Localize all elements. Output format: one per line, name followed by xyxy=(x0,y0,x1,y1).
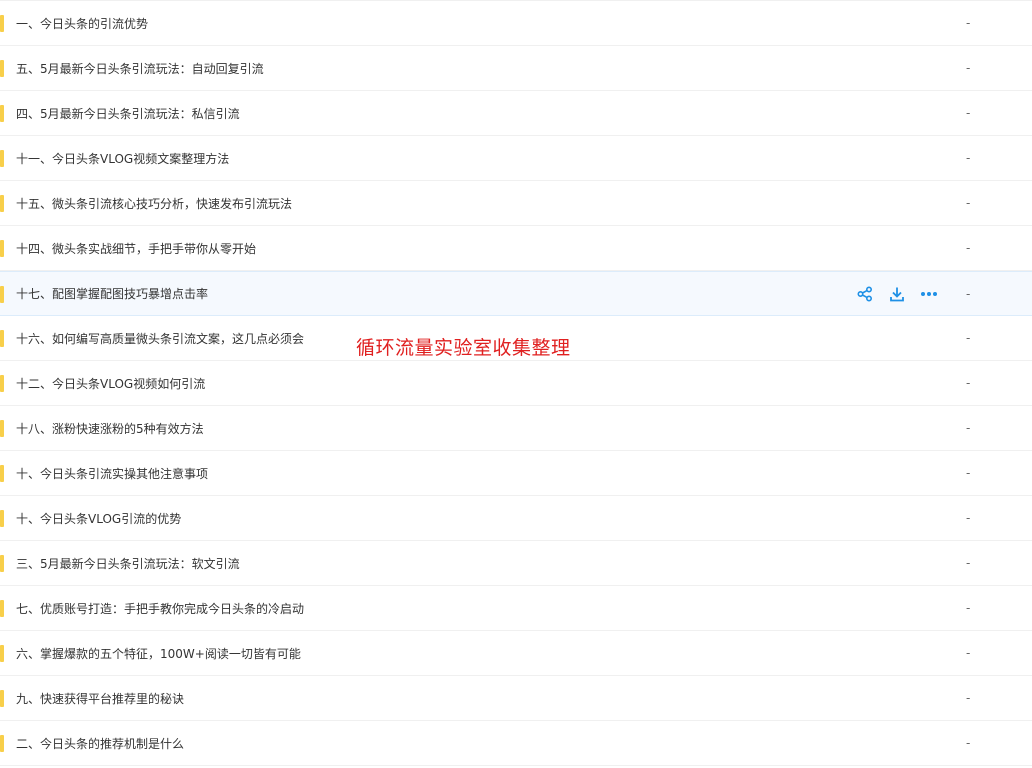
folder-icon xyxy=(0,105,4,122)
folder-icon xyxy=(0,600,4,617)
file-row[interactable]: 一、今日头条的引流优势 - xyxy=(0,1,1032,46)
file-size: - xyxy=(966,376,971,390)
file-size: - xyxy=(966,196,971,210)
folder-icon xyxy=(0,690,4,707)
file-size: - xyxy=(966,241,971,255)
file-row[interactable]: 五、5月最新今日头条引流玩法：自动回复引流 - xyxy=(0,46,1032,91)
folder-icon xyxy=(0,735,4,752)
file-row[interactable]: 十、今日头条引流实操其他注意事项 - xyxy=(0,451,1032,496)
file-row[interactable]: 十八、涨粉快速涨粉的5种有效方法 - xyxy=(0,406,1032,451)
file-name[interactable]: 五、5月最新今日头条引流玩法：自动回复引流 xyxy=(16,60,264,77)
file-size: - xyxy=(966,16,971,30)
file-row[interactable]: 十、今日头条VLOG引流的优势 - xyxy=(0,496,1032,541)
file-size: - xyxy=(966,556,971,570)
file-size: - xyxy=(966,286,971,301)
file-name[interactable]: 二、今日头条的推荐机制是什么 xyxy=(16,735,184,752)
more-button[interactable] xyxy=(920,285,938,303)
folder-icon xyxy=(0,15,4,32)
file-name[interactable]: 十八、涨粉快速涨粉的5种有效方法 xyxy=(16,420,204,437)
file-size: - xyxy=(966,61,971,75)
file-size: - xyxy=(966,466,971,480)
file-row[interactable]: 二、今日头条的推荐机制是什么 - xyxy=(0,721,1032,766)
folder-icon xyxy=(0,150,4,167)
folder-icon xyxy=(0,555,4,572)
file-name[interactable]: 三、5月最新今日头条引流玩法：软文引流 xyxy=(16,555,240,572)
share-button[interactable] xyxy=(856,285,874,303)
file-size: - xyxy=(966,736,971,750)
file-size: - xyxy=(966,601,971,615)
file-name[interactable]: 九、快速获得平台推荐里的秘诀 xyxy=(16,690,184,707)
file-row[interactable]: 十二、今日头条VLOG视频如何引流 - xyxy=(0,361,1032,406)
folder-icon xyxy=(0,420,4,437)
file-name[interactable]: 十七、配图掌握配图技巧暴增点击率 xyxy=(16,285,208,302)
file-size: - xyxy=(966,151,971,165)
file-row[interactable]: 七、优质账号打造：手把手教你完成今日头条的冷启动 - xyxy=(0,586,1032,631)
file-name[interactable]: 一、今日头条的引流优势 xyxy=(16,15,148,32)
file-size: - xyxy=(966,106,971,120)
file-row[interactable]: 四、5月最新今日头条引流玩法：私信引流 - xyxy=(0,91,1032,136)
download-button[interactable] xyxy=(888,285,906,303)
file-list: 一、今日头条的引流优势 - 五、5月最新今日头条引流玩法：自动回复引流 - 四、5月最新… xyxy=(0,0,1032,768)
file-name[interactable]: 四、5月最新今日头条引流玩法：私信引流 xyxy=(16,105,240,122)
file-name[interactable]: 十、今日头条引流实操其他注意事项 xyxy=(16,465,208,482)
file-size: - xyxy=(966,331,971,345)
more-icon xyxy=(920,286,938,302)
file-size: - xyxy=(966,691,971,705)
file-name[interactable]: 十四、微头条实战细节，手把手带你从零开始 xyxy=(16,240,256,257)
file-name[interactable]: 十二、今日头条VLOG视频如何引流 xyxy=(16,375,205,392)
folder-icon xyxy=(0,286,4,303)
file-row[interactable]: 六、掌握爆款的五个特征，100W+阅读一切皆有可能 - xyxy=(0,631,1032,676)
file-name[interactable]: 十一、今日头条VLOG视频文案整理方法 xyxy=(16,150,229,167)
file-row[interactable]: 十七、配图掌握配图技巧暴增点击率 - xyxy=(0,271,1032,316)
file-size: - xyxy=(966,421,971,435)
file-row[interactable]: 十四、微头条实战细节，手把手带你从零开始 - xyxy=(0,226,1032,271)
file-name[interactable]: 十六、如何编写高质量微头条引流文案，这几点必须会 xyxy=(16,330,304,347)
file-name[interactable]: 十、今日头条VLOG引流的优势 xyxy=(16,510,181,527)
file-size: - xyxy=(966,511,971,525)
file-name[interactable]: 七、优质账号打造：手把手教你完成今日头条的冷启动 xyxy=(16,600,304,617)
file-row[interactable]: 十一、今日头条VLOG视频文案整理方法 - xyxy=(0,136,1032,181)
file-size: - xyxy=(966,646,971,660)
file-name[interactable]: 十五、微头条引流核心技巧分析，快速发布引流玩法 xyxy=(16,195,292,212)
share-icon xyxy=(857,285,873,302)
file-row[interactable]: 九、快速获得平台推荐里的秘诀 - xyxy=(0,676,1032,721)
file-row[interactable]: 十五、微头条引流核心技巧分析，快速发布引流玩法 - xyxy=(0,181,1032,226)
file-name[interactable]: 六、掌握爆款的五个特征，100W+阅读一切皆有可能 xyxy=(16,645,301,662)
folder-icon xyxy=(0,375,4,392)
folder-icon xyxy=(0,645,4,662)
row-actions xyxy=(856,272,938,315)
folder-icon xyxy=(0,510,4,527)
watermark-text: 循环流量实验室收集整理 xyxy=(356,337,571,359)
download-icon xyxy=(889,286,905,302)
folder-icon xyxy=(0,240,4,257)
file-row[interactable]: 三、5月最新今日头条引流玩法：软文引流 - xyxy=(0,541,1032,586)
folder-icon xyxy=(0,195,4,212)
folder-icon xyxy=(0,330,4,347)
folder-icon xyxy=(0,465,4,482)
folder-icon xyxy=(0,60,4,77)
